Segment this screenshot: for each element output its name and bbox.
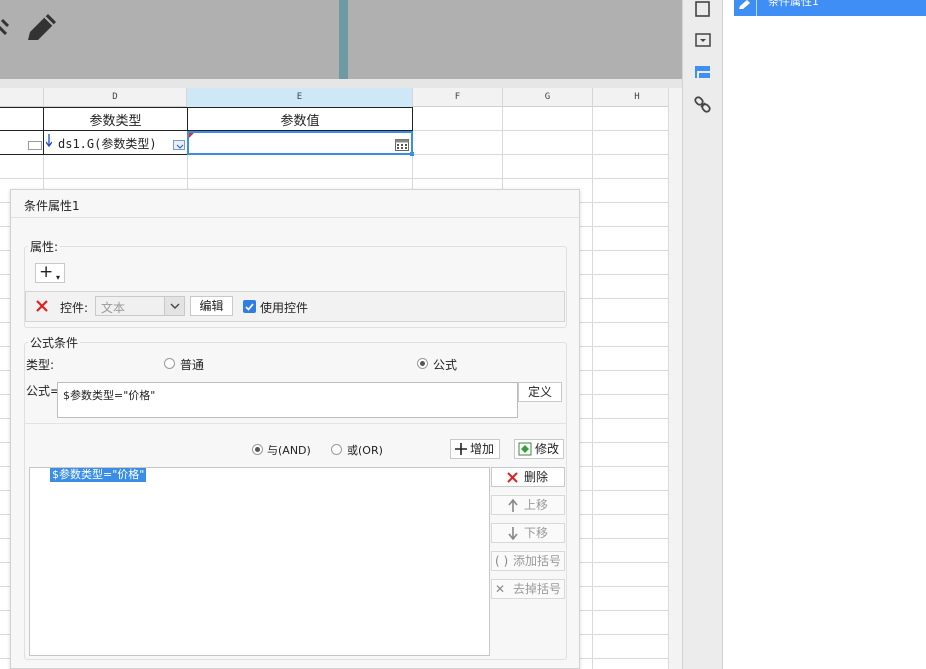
type-normal-label: 普通 [180,358,205,372]
control-attribute-row: 控件: 文本 编辑 使用控件 [25,291,565,322]
control-label: 控件: [60,301,89,315]
column-header-e[interactable]: E [187,88,413,107]
delete-condition-button[interactable]: 删除 [491,467,565,487]
vertical-scrollbar[interactable] [668,88,682,669]
remove-bracket-button[interactable]: ✕ 去掉括号 [491,579,565,599]
remove-bracket-icon: ✕ [495,582,506,596]
control-type-select[interactable]: 文本 [95,296,185,316]
cell-e1-header[interactable]: 参数值 [188,110,412,129]
condition-attribute-dialog: 条件属性1 属性: + ▾ 控件: 文本 编辑 使用控件 公式条件 类型: 普通 … [10,189,580,669]
right-toolbar [682,0,722,669]
formula-input[interactable]: $参数类型="价格" [57,382,518,418]
edit-icon[interactable] [738,0,752,10]
hyperlink-icon[interactable] [694,96,712,114]
use-control-checkbox[interactable] [243,300,256,313]
cell-d1-header[interactable]: 参数类型 [44,110,187,129]
condition-list-item[interactable]: 条件属性1 [734,0,926,16]
right-attribute-panel [722,0,926,669]
condition-list-item-label: 条件属性1 [768,0,819,8]
expand-down-icon [45,134,53,148]
column-header-g[interactable]: G [503,88,593,107]
add-condition-button[interactable]: 增加 [450,439,500,459]
calendar-widget-icon[interactable] [395,138,409,151]
remove-attribute-icon[interactable] [35,299,49,313]
partial-link-icon [0,18,10,36]
type-normal-radio[interactable] [164,358,175,369]
add-attribute-button[interactable]: + ▾ [35,263,65,283]
use-control-label: 使用控件 [260,301,309,315]
cell-c2-widget-icon [28,141,42,150]
arrow-up-icon [508,499,518,512]
dropdown-widget-icon [173,140,185,150]
type-formula-label: 公式 [433,358,458,372]
define-formula-button[interactable]: 定义 [518,382,562,402]
move-up-button[interactable]: 上移 [491,495,565,515]
cell-d2-dataset-field[interactable]: ds1.G(参数类型) [58,135,178,152]
column-header-f[interactable]: F [413,88,503,107]
attribute-group-label: 属性: [28,238,61,255]
column-header-d[interactable]: D [44,88,187,107]
plus-icon [455,443,467,455]
column-header-bar: D E F G H [0,88,682,107]
move-down-button[interactable]: 下移 [491,523,565,543]
pencil-icon[interactable] [24,12,58,44]
delete-icon [507,472,518,483]
cell-e2-selected[interactable] [187,131,414,156]
column-header-c[interactable] [0,88,44,107]
logic-and-label: 与(AND) [267,444,311,457]
bracket-icon: ( ) [495,554,509,568]
condition-attribute-icon[interactable] [694,63,712,81]
preview-splitter[interactable] [0,79,682,88]
chevron-down-icon [170,303,180,309]
modify-condition-button[interactable]: 修改 [514,439,564,459]
condition-list-entry[interactable]: $参数类型="价格" [50,468,147,482]
type-formula-radio[interactable] [417,358,428,369]
widget-settings-icon[interactable] [694,32,712,50]
formula-label: 公式= [26,384,61,398]
logic-or-label: 或(OR) [347,444,383,457]
type-label: 类型: [26,358,55,372]
logic-or-radio[interactable] [331,444,342,455]
conditions-list[interactable]: $参数类型="价格" [29,467,490,656]
formula-condition-group-label: 公式条件 [28,334,81,351]
preview-divider [339,0,348,79]
edit-control-button[interactable]: 编辑 [190,296,233,316]
logic-and-radio[interactable] [252,444,263,455]
arrow-down-icon [508,527,518,540]
add-bracket-button[interactable]: ( ) 添加括号 [491,551,565,571]
dialog-title: 条件属性1 [24,199,80,213]
cell-element-icon[interactable] [694,1,712,19]
modify-icon [518,442,532,456]
